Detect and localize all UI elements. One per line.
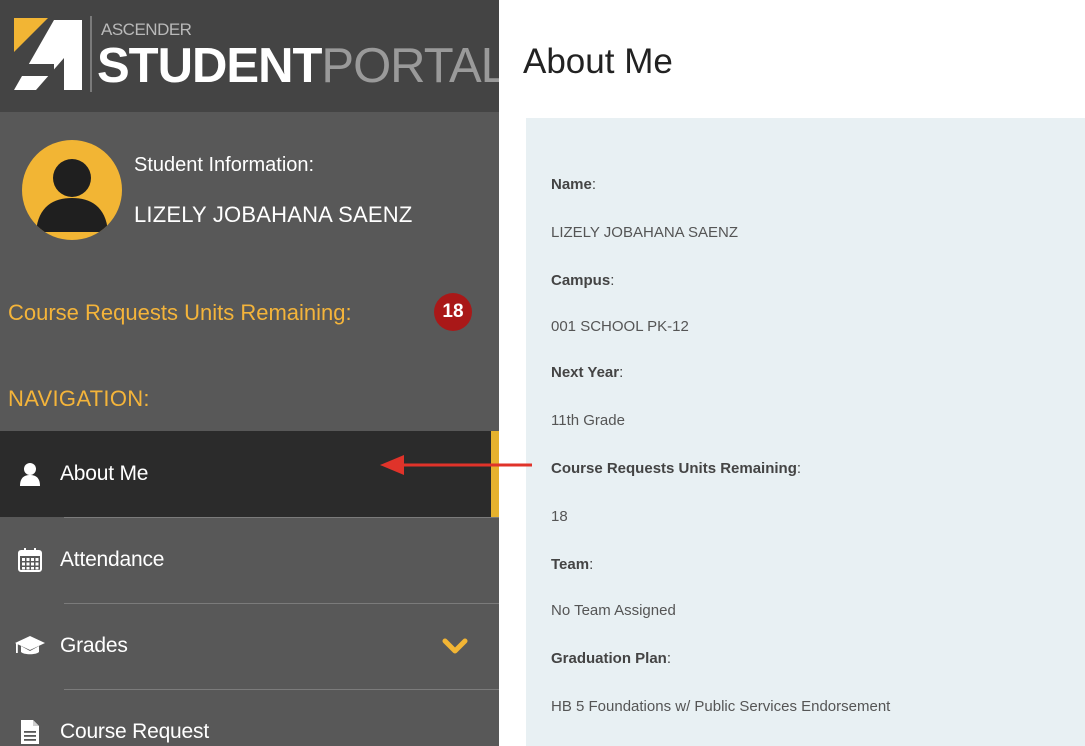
brand-student-word: STUDENT <box>97 39 322 93</box>
field-label-graduation-plan: Graduation Plan: <box>551 650 672 667</box>
field-label-name: Name: <box>551 176 597 193</box>
field-value-team: No Team Assigned <box>551 602 676 619</box>
about-me-panel: Name: LIZELY JOBAHANA SAENZ Campus: 001 … <box>526 118 1085 746</box>
brand-portal-word: PORTAL <box>321 39 499 93</box>
field-label-units-remaining: Course Requests Units Remaining: <box>551 460 802 477</box>
field-value-campus: 001 SCHOOL PK-12 <box>551 318 689 335</box>
field-label-next-year: Next Year: <box>551 364 624 381</box>
brand-ascender-text: ASCENDER <box>101 20 192 39</box>
graduation-cap-icon <box>14 630 46 662</box>
student-info-label: Student Information: <box>134 154 315 176</box>
student-name: LIZELY JOBAHANA SAENZ <box>134 202 413 227</box>
field-value-next-year: 11th Grade <box>551 412 625 429</box>
brand-divider <box>90 16 92 92</box>
units-remaining-badge: 18 <box>434 293 472 331</box>
avatar-person-icon <box>36 159 108 232</box>
avatar <box>22 140 122 240</box>
chevron-down-icon[interactable] <box>440 631 470 661</box>
field-value-units-remaining: 18 <box>551 508 568 525</box>
sidebar: ASCENDER STUDENTPORTAL Student Informati… <box>0 0 499 746</box>
brand-portal-text[interactable]: STUDENTPORTAL <box>97 38 499 94</box>
nav-item-label: Course Request <box>60 720 209 743</box>
user-icon <box>14 458 46 490</box>
field-label-team: Team: <box>551 556 594 573</box>
nav-item-label: Attendance <box>60 548 165 571</box>
field-value-graduation-plan: HB 5 Foundations w/ Public Services Endo… <box>551 698 891 715</box>
nav-item-label: Grades <box>60 634 128 657</box>
annotation-arrow <box>380 455 532 475</box>
nav-item-course-request[interactable]: Course Request <box>0 689 499 746</box>
main-content: About Me Name: LIZELY JOBAHANA SAENZ Cam… <box>499 0 1085 746</box>
student-info: Student Information: LIZELY JOBAHANA SAE… <box>0 112 499 252</box>
nav-item-attendance[interactable]: Attendance <box>0 517 499 603</box>
page-title: About Me <box>523 42 673 81</box>
calendar-icon <box>14 544 46 576</box>
brand-header: ASCENDER STUDENTPORTAL <box>0 0 499 112</box>
units-remaining-label: Course Requests Units Remaining: <box>8 300 352 325</box>
document-icon <box>14 716 46 746</box>
nav-item-grades[interactable]: Grades <box>0 603 499 689</box>
field-value-name: LIZELY JOBAHANA SAENZ <box>551 224 739 241</box>
navigation-title: NAVIGATION: <box>8 386 150 411</box>
ascender-logo-icon <box>14 18 82 90</box>
nav-item-label: About Me <box>60 462 149 485</box>
field-label-campus: Campus: <box>551 272 615 289</box>
